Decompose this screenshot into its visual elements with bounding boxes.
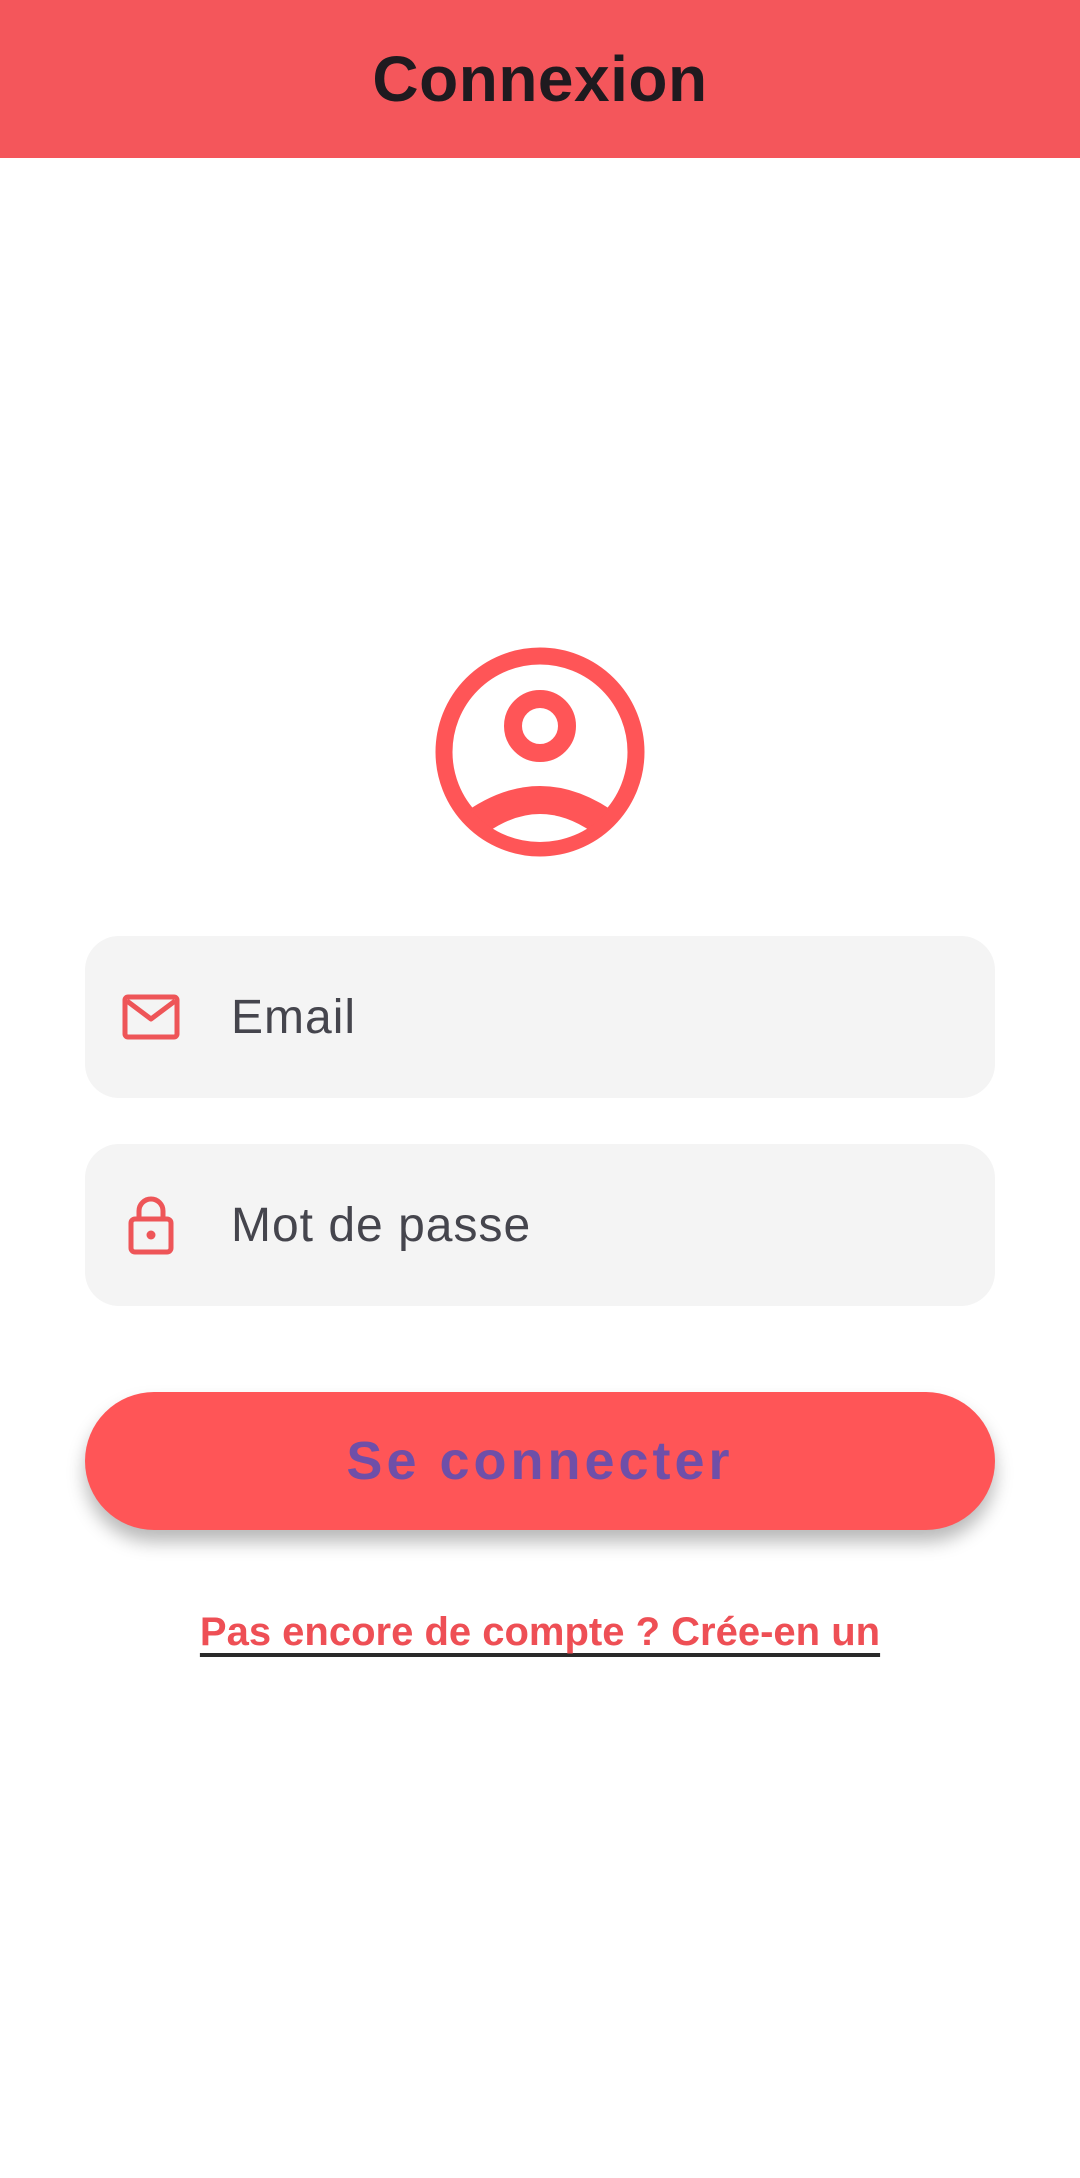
account-circle-icon — [434, 646, 646, 858]
email-input[interactable] — [231, 936, 965, 1098]
login-button[interactable]: Se connecter — [85, 1392, 995, 1530]
login-screen: Connexion Email Se connecter Pas encore … — [0, 0, 1080, 2178]
page-title: Connexion — [372, 43, 708, 115]
password-field[interactable] — [85, 1144, 995, 1306]
lock-icon — [121, 1195, 181, 1255]
login-button-label: Se connecter — [346, 1431, 734, 1491]
email-field[interactable] — [85, 936, 995, 1098]
app-bar: Connexion — [0, 0, 1080, 158]
signup-link[interactable]: Pas encore de compte ? Crée-en un — [0, 1610, 1080, 1655]
mail-icon — [121, 987, 181, 1047]
password-input[interactable] — [231, 1144, 965, 1306]
